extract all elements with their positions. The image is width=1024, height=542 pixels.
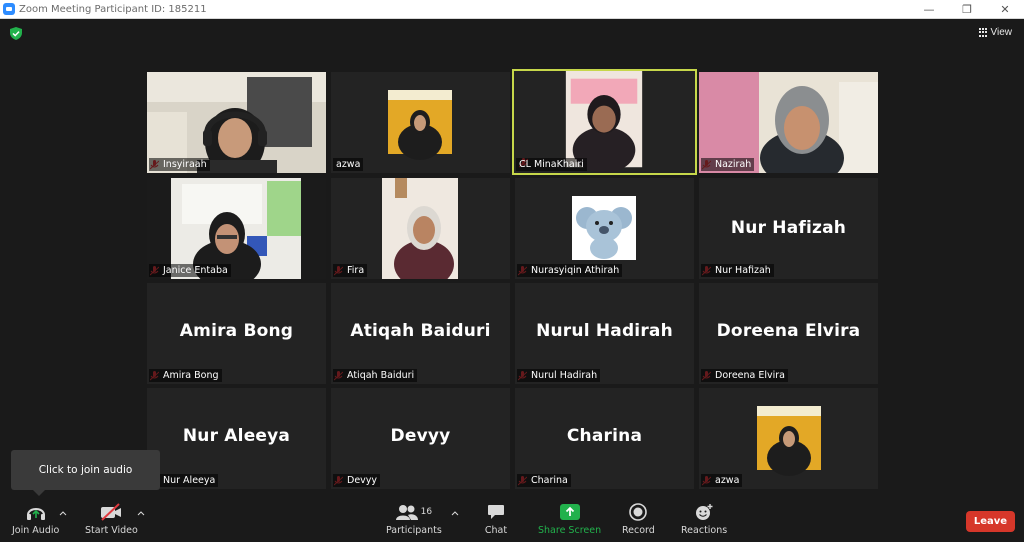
participants-button[interactable]: 16 Participants: [386, 501, 442, 536]
participant-display-name: Nur Hafizah: [730, 218, 847, 238]
meeting-stage: View Insyiraah azwa CL MinaKhairi Nazira…: [0, 19, 1024, 497]
participant-name-label: Fira: [333, 264, 368, 277]
join-audio-label: Join Audio: [12, 525, 60, 536]
shield-icon[interactable]: [10, 27, 22, 40]
video-tile-charina[interactable]: Charina Charina: [515, 388, 694, 489]
participant-name-label: Nur Hafizah: [701, 264, 774, 277]
participant-display-name: Nur Aleeya: [182, 426, 291, 446]
participant-name-label: Insyiraah: [149, 158, 210, 171]
video-tile-amira-bong[interactable]: Amira Bong Amira Bong: [147, 283, 326, 384]
minimize-button[interactable]: —: [910, 0, 948, 19]
video-tile-nur-hafizah[interactable]: Nur Hafizah Nur Hafizah: [699, 178, 878, 279]
video-tile-nazirah[interactable]: Nazirah: [699, 72, 878, 173]
video-tile-doreena-elvira[interactable]: Doreena Elvira Doreena Elvira: [699, 283, 878, 384]
participant-name-label: CL MinaKhairi: [516, 158, 587, 171]
participant-name-label: Devyy: [333, 474, 381, 487]
participant-display-name: Devyy: [390, 426, 451, 446]
participants-icon: 16: [389, 501, 439, 523]
participant-name-label: Atiqah Baiduri: [333, 369, 418, 382]
meeting-toolbar: Join Audio Start Video 16 Participants C…: [0, 497, 1024, 542]
window-titlebar: Zoom Meeting Participant ID: 185211 — ❐ …: [0, 0, 1024, 19]
start-video-button[interactable]: Start Video: [85, 501, 138, 536]
participant-name-label: azwa: [701, 474, 743, 487]
record-button[interactable]: Record: [622, 501, 655, 536]
video-tile-atiqah-baiduri[interactable]: Atiqah Baiduri Atiqah Baiduri: [331, 283, 510, 384]
close-button[interactable]: ✕: [986, 0, 1024, 19]
view-button[interactable]: View: [978, 27, 1013, 38]
video-tile-devyy[interactable]: Devyy Devyy: [331, 388, 510, 489]
participant-name-label: Nurasyiqin Athirah: [517, 264, 623, 277]
chat-icon: [484, 501, 508, 523]
video-tile-azwa[interactable]: azwa: [331, 72, 510, 173]
window-controls: — ❐ ✕: [910, 0, 1024, 19]
headphones-icon: [24, 501, 48, 523]
window-title: Zoom Meeting Participant ID: 185211: [19, 3, 207, 15]
video-tile-insyiraah[interactable]: Insyiraah: [147, 72, 326, 173]
share-screen-button[interactable]: Share Screen: [538, 501, 601, 536]
video-tile-janice-entaba[interactable]: Janice Entaba: [147, 178, 326, 279]
zoom-app-icon: [3, 3, 15, 15]
participants-label: Participants: [386, 525, 442, 536]
video-tile-nurul-hadirah[interactable]: Nurul Hadirah Nurul Hadirah: [515, 283, 694, 384]
participants-caret-icon[interactable]: [451, 510, 459, 516]
start-video-label: Start Video: [85, 525, 138, 536]
participant-display-name: Nurul Hadirah: [536, 321, 673, 341]
participant-name-label: Amira Bong: [149, 369, 222, 382]
participant-display-name: Amira Bong: [179, 321, 294, 341]
reactions-button[interactable]: Reactions: [681, 501, 727, 536]
view-label: View: [990, 27, 1013, 38]
share-screen-label: Share Screen: [538, 525, 602, 536]
video-tile-azwa-2[interactable]: azwa: [699, 388, 878, 489]
participant-display-name: Charina: [566, 426, 643, 446]
video-options-caret-icon[interactable]: [137, 510, 145, 516]
grid-view-icon: [978, 28, 988, 37]
participant-name-label: Nurul Hadirah: [517, 369, 601, 382]
chat-button[interactable]: Chat: [484, 501, 508, 536]
participant-name-label: Nazirah: [701, 158, 755, 171]
record-label: Record: [622, 525, 655, 536]
record-icon: [626, 501, 650, 523]
participant-display-name: Doreena Elvira: [716, 321, 861, 341]
leave-button[interactable]: Leave: [966, 511, 1015, 532]
video-tile-cl-minakhairi[interactable]: CL MinaKhairi: [512, 69, 697, 175]
participant-name-label: Doreena Elvira: [701, 369, 789, 382]
share-screen-icon: [558, 501, 582, 523]
join-audio-tooltip: Click to join audio: [11, 450, 160, 496]
reactions-label: Reactions: [681, 525, 728, 536]
video-tile-fira[interactable]: Fira: [331, 178, 510, 279]
chat-label: Chat: [484, 525, 508, 536]
participant-name-label: azwa: [333, 158, 364, 171]
smiley-icon: [692, 501, 716, 523]
video-tile-nurasyiqin-athirah[interactable]: Nurasyiqin Athirah: [515, 178, 694, 279]
video-off-icon: [99, 501, 123, 523]
join-audio-button[interactable]: Join Audio: [12, 501, 59, 536]
participant-name-label: Janice Entaba: [149, 264, 231, 277]
maximize-button[interactable]: ❐: [948, 0, 986, 19]
participant-name-label: Charina: [517, 474, 571, 487]
participant-display-name: Atiqah Baiduri: [350, 321, 491, 341]
video-tile-nur-aleeya[interactable]: Nur Aleeya Nur Aleeya: [147, 388, 326, 489]
audio-options-caret-icon[interactable]: [59, 510, 67, 516]
participants-count: 16: [420, 507, 433, 517]
